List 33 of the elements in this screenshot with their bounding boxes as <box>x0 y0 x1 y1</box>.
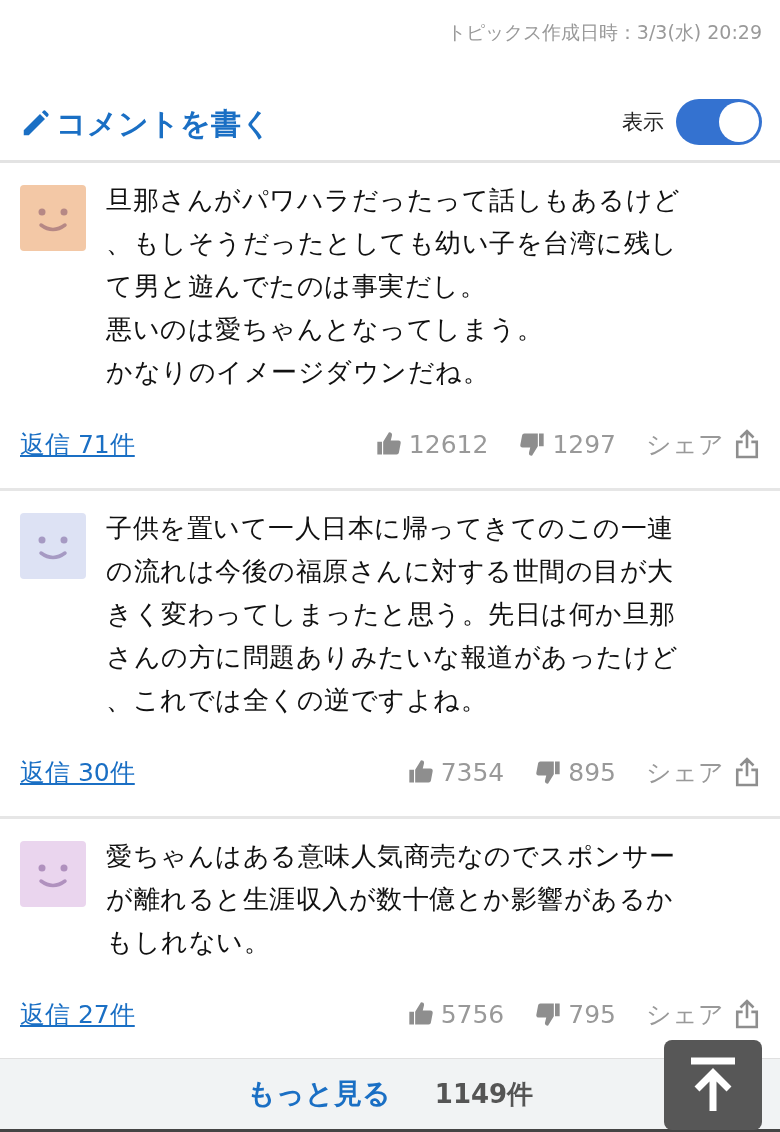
comment-text: 愛ちゃんはある意味人気商売なのでスポンサーが離れると生涯収入が数十億とか影響があるかもしれない。 <box>106 840 677 959</box>
replies-link[interactable]: 返信 71件 <box>20 427 135 461</box>
avatar-icon <box>20 185 86 251</box>
replies-link[interactable]: 返信 30件 <box>20 755 135 789</box>
replies-link[interactable]: 返信 27件 <box>20 997 135 1031</box>
avatar-icon <box>20 841 86 907</box>
comment-count: 1149件 <box>434 1077 534 1111</box>
see-more-link[interactable]: もっと見る <box>246 1075 391 1113</box>
share-button[interactable]: シェア <box>646 755 760 789</box>
share-icon <box>734 998 760 1030</box>
like-button[interactable]: 5756 <box>406 999 505 1029</box>
share-button[interactable]: シェア <box>646 997 760 1031</box>
comment-text: 悪いのは愛ちゃんとなってしまう。 <box>106 313 544 346</box>
comment-text: かなりのイメージダウンだね。 <box>106 356 490 389</box>
back-to-top-button[interactable] <box>664 1040 762 1130</box>
thumbs-up-icon <box>406 758 435 786</box>
avatar-icon <box>20 513 86 579</box>
share-icon <box>734 756 760 788</box>
comment-text: 子供を置いて一人日本に帰ってきてのこの一連の流れは今後の福原さんに対する世間の目が大きく変わってしまったと思う。先日は何か旦那さんの方に問題ありみたいな報道があったけど、これでは全くの逆ですよね。 <box>106 512 680 717</box>
like-button[interactable]: 7354 <box>406 757 505 787</box>
write-comment-link[interactable]: コメントを書く <box>20 103 272 145</box>
thumbs-up-icon <box>406 1000 435 1028</box>
like-button[interactable]: 12612 <box>374 429 489 459</box>
share-button[interactable]: シェア <box>646 427 760 461</box>
dislike-button[interactable]: 895 <box>534 757 616 787</box>
dislike-button[interactable]: 795 <box>534 999 616 1029</box>
comment-text: 旦那さんがパワハラだったって話しもあるけど、もしそうだったとしても幼い子を台湾に残して男と遊んでたのは事実だし。 <box>106 184 682 303</box>
display-label: 表示 <box>622 109 664 136</box>
thumbs-up-icon <box>374 430 403 458</box>
display-toggle[interactable] <box>676 99 762 145</box>
share-icon <box>734 428 760 460</box>
dislike-button[interactable]: 1297 <box>518 429 616 459</box>
topic-date: トピックス作成日時：3/3(水) 20:29 <box>446 20 762 45</box>
